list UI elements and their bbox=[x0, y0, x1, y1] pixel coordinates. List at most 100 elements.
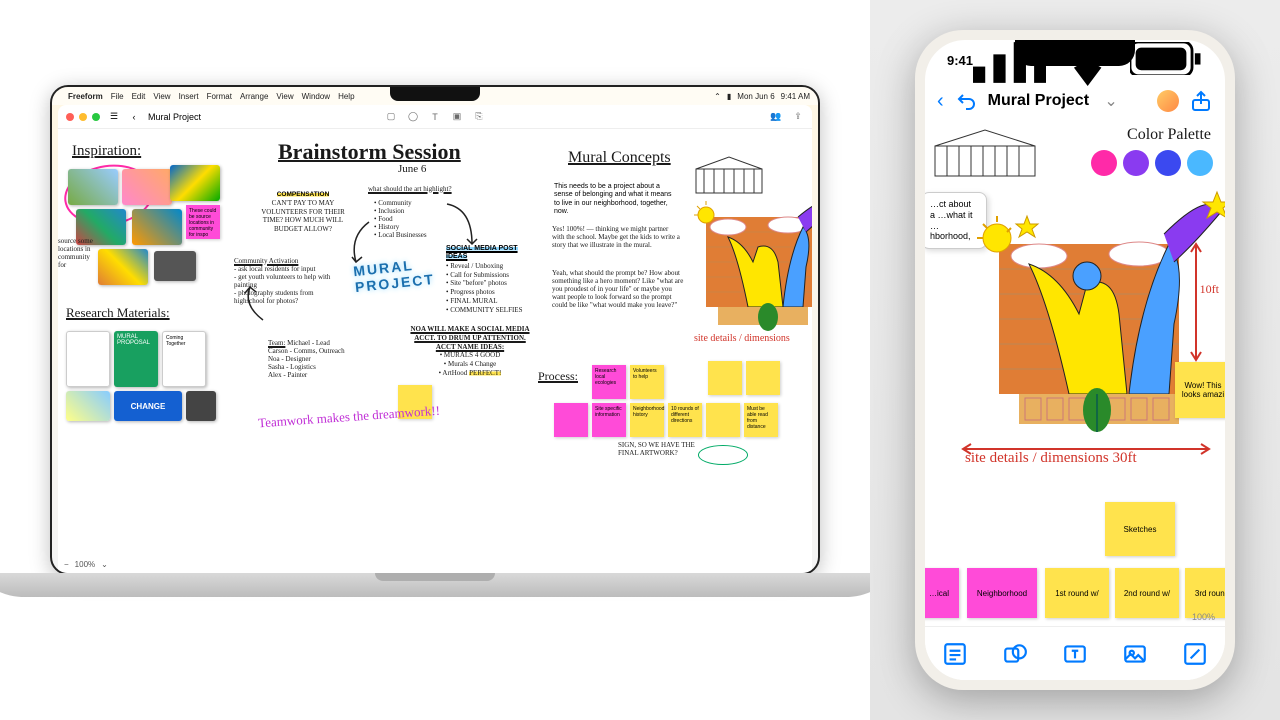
menu-window[interactable]: Window bbox=[302, 92, 330, 101]
concepts-heading: Mural Concepts bbox=[568, 149, 671, 167]
board-title[interactable]: Mural Project bbox=[988, 92, 1089, 110]
sticky-note[interactable]: Volunteers to help bbox=[630, 365, 664, 399]
highlight-question: what should the art highlight? bbox=[368, 185, 452, 193]
macbook-device: Freeform File Edit View Insert Format Ar… bbox=[50, 85, 820, 597]
palette-pink[interactable] bbox=[1091, 150, 1117, 176]
media-icon[interactable] bbox=[1122, 641, 1148, 667]
sticky-wow[interactable]: Wow! This looks amazi bbox=[1175, 362, 1225, 418]
sticky-note[interactable] bbox=[746, 361, 780, 395]
mural-concept-art[interactable] bbox=[688, 187, 812, 337]
sticky-round2[interactable]: 2nd round w/ bbox=[1115, 568, 1179, 618]
sticky-note[interactable]: Research local ecologies bbox=[592, 365, 626, 399]
menu-view[interactable]: View bbox=[153, 92, 170, 101]
palette-purple[interactable] bbox=[1123, 150, 1149, 176]
sticky-text: These could be source locations in commu… bbox=[189, 208, 216, 238]
menu-help[interactable]: Help bbox=[338, 92, 354, 101]
menu-edit[interactable]: Edit bbox=[132, 92, 146, 101]
research-doc-change[interactable]: CHANGE bbox=[114, 391, 182, 421]
sticky-round3[interactable]: 3rd round bbox=[1185, 568, 1225, 618]
zoom-level[interactable]: 100% bbox=[1192, 612, 1215, 622]
sticky-neighborhood[interactable]: Neighborhood bbox=[967, 568, 1037, 618]
sticky-note-icon[interactable]: ▢ bbox=[385, 111, 397, 123]
sticky-local[interactable]: …ical bbox=[925, 568, 959, 618]
back-icon[interactable]: ‹ bbox=[937, 90, 944, 113]
sticky-note-icon[interactable] bbox=[942, 641, 968, 667]
collaborate-icon[interactable]: 👥 bbox=[770, 111, 782, 123]
share-icon[interactable] bbox=[1189, 89, 1213, 113]
inspiration-thumb[interactable] bbox=[170, 165, 220, 201]
palette-lightblue[interactable] bbox=[1187, 150, 1213, 176]
inspiration-video-thumb[interactable] bbox=[154, 251, 196, 281]
research-thumb[interactable] bbox=[186, 391, 216, 421]
window-traffic-lights[interactable] bbox=[66, 113, 100, 121]
macbook-base bbox=[0, 573, 885, 597]
menubar-date: Mon Jun 6 bbox=[737, 92, 774, 101]
battery-icon bbox=[1130, 42, 1203, 79]
back-icon[interactable]: ‹ bbox=[128, 111, 140, 123]
noa-block[interactable]: NOA WILL MAKE A SOCIAL MEDIA ACCT. TO DR… bbox=[410, 325, 530, 378]
menu-file[interactable]: File bbox=[111, 92, 124, 101]
sticky-note[interactable] bbox=[554, 403, 588, 437]
sticky-note[interactable]: Must be able read from distance bbox=[744, 403, 778, 437]
iphone-device: 9:41 ‹ Mural Project ⌄ bbox=[915, 30, 1235, 690]
shapes-icon[interactable] bbox=[1002, 641, 1028, 667]
zoom-dropdown-icon[interactable]: ⌄ bbox=[101, 560, 108, 569]
sticky-sketches[interactable]: Sketches bbox=[1105, 502, 1175, 556]
zoom-level[interactable]: 100% bbox=[75, 560, 95, 569]
shapes-icon[interactable]: ◯ bbox=[407, 111, 419, 123]
text-box-icon[interactable] bbox=[1062, 641, 1088, 667]
iphone-notch bbox=[1015, 40, 1135, 66]
menubar-app-name[interactable]: Freeform bbox=[68, 92, 103, 101]
text-icon[interactable]: T bbox=[429, 111, 441, 123]
zoom-out-icon[interactable]: − bbox=[64, 560, 69, 569]
chevron-down-icon[interactable]: ⌄ bbox=[1099, 89, 1123, 113]
macbook-panel: Freeform File Edit View Insert Format Ar… bbox=[0, 0, 870, 720]
green-circle-annotation bbox=[698, 445, 748, 465]
sticky-note[interactable] bbox=[706, 403, 740, 437]
inspiration-heading: Inspiration: bbox=[72, 143, 141, 160]
menu-format[interactable]: Format bbox=[207, 92, 232, 101]
menubar-time: 9:41 AM bbox=[781, 92, 810, 101]
social-block[interactable]: SOCIAL MEDIA POST IDEAS • Reveal / Unbox… bbox=[446, 245, 538, 315]
palette-blue[interactable] bbox=[1155, 150, 1181, 176]
site-details-label: site details / dimensions bbox=[694, 333, 790, 344]
menu-arrange[interactable]: Arrange bbox=[240, 92, 268, 101]
inspiration-thumb[interactable] bbox=[68, 169, 118, 205]
sticky-note[interactable]: Neighborhood history bbox=[630, 403, 664, 437]
sticky-round1[interactable]: 1st round w/ bbox=[1045, 568, 1109, 618]
menu-view2[interactable]: View bbox=[276, 92, 293, 101]
battery-icon: ▮ bbox=[727, 92, 731, 101]
teamwork-note: Teamwork makes the dreamwork!! bbox=[258, 403, 441, 432]
freeform-canvas[interactable]: Inspiration: These could be source locat… bbox=[58, 129, 812, 555]
concept-hand1: Yes! 100%! — thinking we might partner w… bbox=[552, 225, 682, 249]
research-doc-coming-together[interactable]: Coming Together bbox=[162, 331, 206, 387]
media-icon[interactable]: ▣ bbox=[451, 111, 463, 123]
sticky-note[interactable]: Site specific information bbox=[592, 403, 626, 437]
width-arrow-icon bbox=[961, 442, 1211, 456]
inspiration-thumb[interactable] bbox=[122, 169, 172, 205]
research-map-thumb[interactable] bbox=[66, 391, 110, 421]
ios-canvas[interactable]: Color Palette …ct about a …what it …hbor… bbox=[925, 122, 1225, 626]
inspiration-thumb[interactable] bbox=[132, 209, 182, 245]
noa-title: NOA WILL MAKE A SOCIAL MEDIA ACCT. TO DR… bbox=[410, 325, 529, 351]
menu-insert[interactable]: Insert bbox=[179, 92, 199, 101]
compensation-body: CAN'T PAY TO MAY VOLUNTEERS FOR THEIR TI… bbox=[261, 199, 344, 233]
compensation-block[interactable]: COMPENSATION CAN'T PAY TO MAY VOLUNTEERS… bbox=[258, 191, 348, 234]
sticky-note[interactable]: These could be source locations in commu… bbox=[186, 205, 220, 239]
sticky-note[interactable] bbox=[708, 361, 742, 395]
social-body: • Reveal / Unboxing • Call for Submissio… bbox=[446, 262, 522, 314]
undo-icon[interactable] bbox=[954, 89, 978, 113]
research-doc-proposal[interactable] bbox=[66, 331, 110, 387]
sticky-note[interactable]: 10 rounds of different directions bbox=[668, 403, 702, 437]
team-block[interactable]: Team: Michael - Lead Carson - Comms, Out… bbox=[268, 339, 368, 379]
file-icon[interactable]: ⎘ bbox=[473, 111, 485, 123]
research-doc-mural-proposal[interactable]: MURAL PROPOSAL bbox=[114, 331, 158, 387]
research-heading: Research Materials: bbox=[66, 305, 170, 321]
noa-pick: PERFECT! bbox=[469, 369, 501, 377]
share-icon[interactable]: ⇪ bbox=[792, 111, 804, 123]
sidebar-toggle-icon[interactable]: ☰ bbox=[108, 111, 120, 123]
collaborator-avatar[interactable] bbox=[1157, 90, 1179, 112]
markup-icon[interactable] bbox=[1182, 641, 1208, 667]
brainstorm-title: Brainstorm Session bbox=[278, 139, 461, 165]
inspiration-thumb[interactable] bbox=[98, 249, 148, 285]
